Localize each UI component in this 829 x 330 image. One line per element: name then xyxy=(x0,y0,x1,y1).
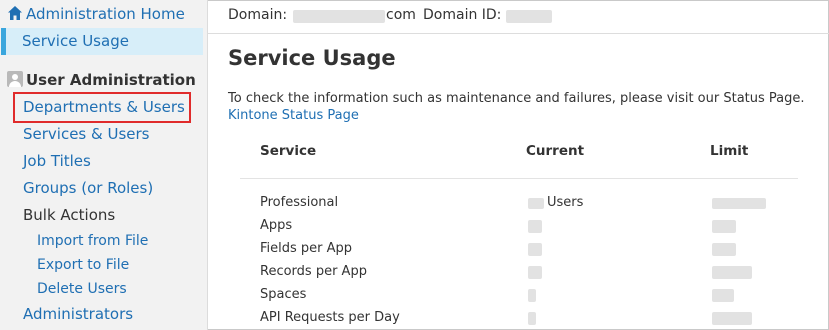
sidebar-item-delete-users[interactable]: Delete Users xyxy=(37,279,127,299)
sidebar-item-label: Import from File xyxy=(37,233,149,249)
domain-id-label: Domain ID: xyxy=(423,7,502,23)
redacted-limit xyxy=(712,220,736,233)
bulk-actions-label: Bulk Actions xyxy=(23,206,116,224)
service-name: Professional xyxy=(260,195,339,210)
bulk-actions-heading: Bulk Actions xyxy=(23,205,115,225)
current-unit: Users xyxy=(547,195,584,210)
sidebar-item-label: Administrators xyxy=(23,305,134,323)
sidebar-item-label: Departments & Users xyxy=(23,98,185,116)
sidebar-item-job-titles[interactable]: Job Titles xyxy=(23,151,91,171)
sidebar-item-administrators[interactable]: Administrators xyxy=(23,304,133,324)
redacted-limit xyxy=(712,198,766,209)
sidebar-item-departments-users[interactable]: Departments & Users xyxy=(23,97,185,117)
redacted-limit xyxy=(712,312,752,325)
sidebar-item-label: Export to File xyxy=(37,257,130,273)
main-content: Domain: com Domain ID: Service Usage To … xyxy=(208,0,829,330)
service-usage-label: Service Usage xyxy=(22,32,129,50)
domain-suffix: com xyxy=(386,7,416,23)
redacted-limit xyxy=(712,243,736,256)
domain-label: Domain: xyxy=(228,7,288,23)
sidebar-item-services-users[interactable]: Services & Users xyxy=(23,124,150,144)
service-name: Records per App xyxy=(260,264,367,279)
redacted-current xyxy=(528,198,544,209)
service-name: Fields per App xyxy=(260,241,353,256)
sidebar-item-label: Services & Users xyxy=(23,125,150,143)
user-administration-heading: User Administration xyxy=(7,70,196,90)
service-name: API Requests per Day xyxy=(260,310,400,325)
column-header-limit: Limit xyxy=(710,143,749,159)
column-header-service: Service xyxy=(260,143,317,159)
redacted-current xyxy=(528,220,542,233)
home-icon xyxy=(7,5,23,21)
sidebar-item-groups-roles[interactable]: Groups (or Roles) xyxy=(23,178,153,198)
domain-bar: Domain: com Domain ID: xyxy=(208,0,829,34)
redacted-limit xyxy=(712,266,752,279)
sidebar-item-label: Delete Users xyxy=(37,281,127,297)
redacted-current xyxy=(528,266,542,279)
admin-home-link[interactable]: Administration Home xyxy=(7,4,185,24)
service-name: Apps xyxy=(260,218,293,233)
redacted-current xyxy=(528,289,536,302)
user-admin-icon xyxy=(7,71,23,87)
sidebar-item-export-file[interactable]: Export to File xyxy=(37,255,129,275)
sidebar-item-import-file[interactable]: Import from File xyxy=(37,231,148,251)
redacted-current xyxy=(528,312,536,325)
user-administration-label: User Administration xyxy=(26,71,196,89)
service-name: Spaces xyxy=(260,287,307,302)
redacted-current xyxy=(528,243,542,256)
status-page-link[interactable]: Kintone Status Page xyxy=(228,107,359,125)
table-divider xyxy=(240,178,798,179)
sidebar-item-label: Job Titles xyxy=(23,152,91,170)
status-description: To check the information such as mainten… xyxy=(228,91,805,106)
redacted-domain-id xyxy=(506,10,552,23)
service-usage-link[interactable]: Service Usage xyxy=(22,31,129,51)
admin-sidebar: Administration Home Service Usage User A… xyxy=(0,0,208,330)
redacted-limit xyxy=(712,289,734,302)
admin-home-label: Administration Home xyxy=(26,5,185,23)
sidebar-item-label: Groups (or Roles) xyxy=(23,179,154,197)
column-header-current: Current xyxy=(526,143,585,159)
redacted-domain xyxy=(293,10,385,23)
page-title: Service Usage xyxy=(228,46,396,70)
